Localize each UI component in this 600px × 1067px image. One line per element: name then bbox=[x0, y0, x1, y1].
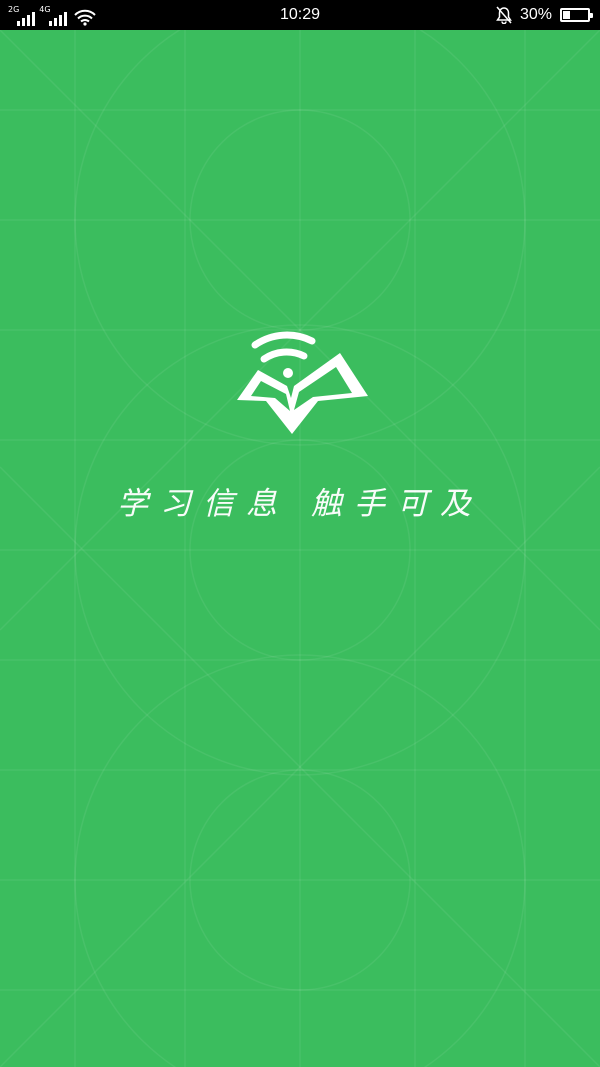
splash-screen: 学习信息 触手可及 bbox=[0, 30, 600, 1067]
background-pattern bbox=[0, 30, 600, 1067]
status-right: 30% bbox=[496, 0, 593, 30]
bell-muted-icon bbox=[496, 6, 512, 24]
battery-percent: 30% bbox=[519, 6, 552, 23]
battery-icon bbox=[560, 8, 593, 22]
battery-fill bbox=[563, 11, 571, 19]
slogan: 学习信息 触手可及 bbox=[117, 486, 483, 522]
status-bar: 2G 4G 10:29 30% bbox=[0, 0, 600, 30]
wifi-book-icon bbox=[237, 331, 368, 434]
